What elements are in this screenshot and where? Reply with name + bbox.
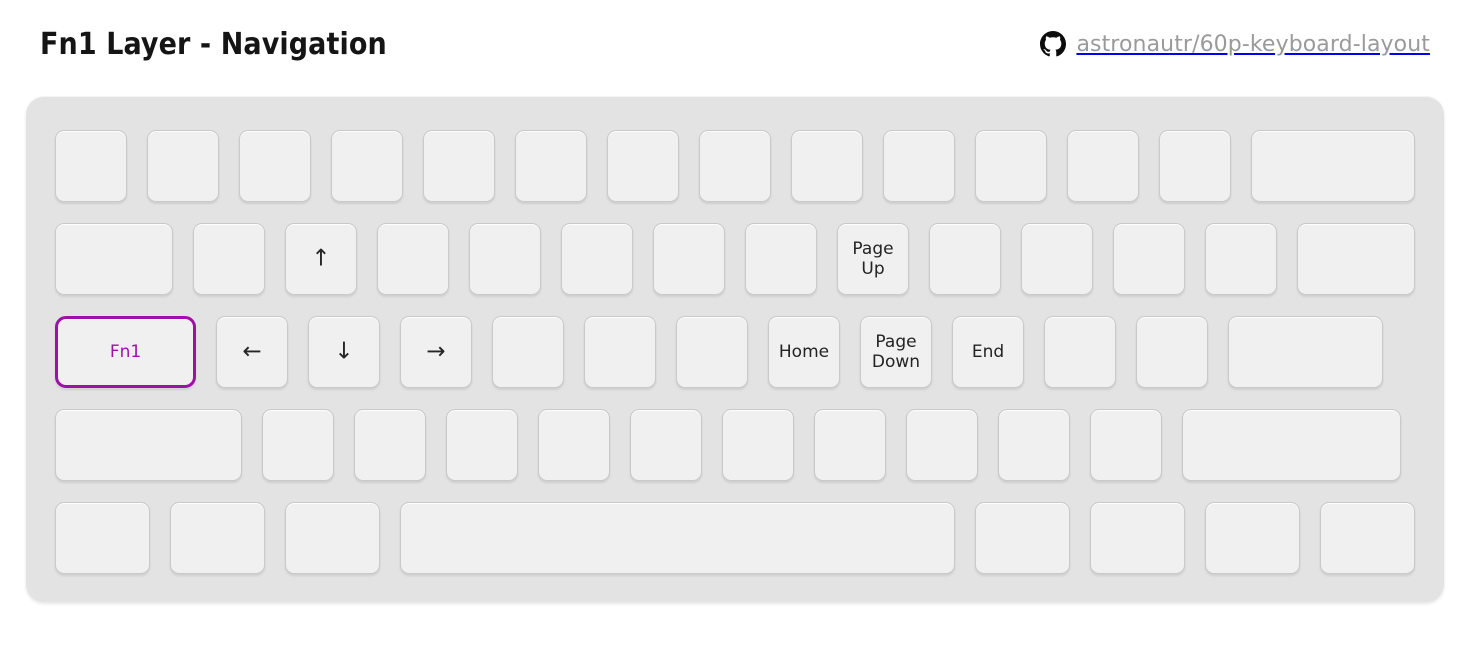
arrow-right-icon: → — [426, 338, 446, 365]
key-blank-r1-c7[interactable] — [607, 130, 679, 202]
key-blank-r2-c8[interactable] — [745, 223, 817, 295]
key-spacebar[interactable] — [400, 502, 955, 574]
key-blank-r5-c7[interactable] — [1205, 502, 1300, 574]
key-blank-r1-c14[interactable] — [1251, 130, 1415, 202]
key-blank-r4-c2[interactable] — [262, 409, 334, 481]
key-arrow-left[interactable]: ← — [216, 316, 288, 388]
arrow-left-icon: ← — [242, 338, 262, 365]
key-arrow-down[interactable]: ↓ — [308, 316, 380, 388]
key-blank-r2-c5[interactable] — [469, 223, 541, 295]
key-blank-r4-c6[interactable] — [630, 409, 702, 481]
key-row-home-row: Fn1 ← ↓ → Home Page Down End — [55, 316, 1415, 388]
key-blank-r5-c2[interactable] — [170, 502, 265, 574]
key-blank-r2-c11[interactable] — [1021, 223, 1093, 295]
key-row-bottom-row — [55, 502, 1415, 574]
arrow-down-icon: ↓ — [334, 338, 354, 365]
key-blank-r5-c5[interactable] — [975, 502, 1070, 574]
key-blank-r5-c3[interactable] — [285, 502, 380, 574]
keyboard-case: ↑ Page Up Fn1 ← ↓ → Home Page Down End — [26, 96, 1444, 602]
key-blank-r4-c3[interactable] — [354, 409, 426, 481]
key-blank-r1-c8[interactable] — [699, 130, 771, 202]
key-blank-r4-c8[interactable] — [814, 409, 886, 481]
key-blank-r4-c1[interactable] — [55, 409, 242, 481]
arrow-up-icon: ↑ — [311, 245, 331, 272]
key-blank-r2-c14[interactable] — [1297, 223, 1415, 295]
github-repo-link[interactable]: astronautr/60p-keyboard-layout — [1040, 31, 1430, 57]
key-blank-r1-c4[interactable] — [331, 130, 403, 202]
key-blank-r1-c12[interactable] — [1067, 130, 1139, 202]
key-blank-r4-c7[interactable] — [722, 409, 794, 481]
key-label: Fn1 — [109, 341, 142, 362]
key-blank-r1-c10[interactable] — [883, 130, 955, 202]
key-end[interactable]: End — [952, 316, 1024, 388]
key-blank-r1-c13[interactable] — [1159, 130, 1231, 202]
key-blank-r4-c10[interactable] — [998, 409, 1070, 481]
key-row-number-row — [55, 130, 1415, 202]
key-blank-r1-c6[interactable] — [515, 130, 587, 202]
key-blank-r5-c1[interactable] — [55, 502, 150, 574]
key-row-shift-row — [55, 409, 1415, 481]
key-blank-r2-c4[interactable] — [377, 223, 449, 295]
key-row-top-row: ↑ Page Up — [55, 223, 1415, 295]
key-home[interactable]: Home — [768, 316, 840, 388]
key-blank-r3-c13[interactable] — [1228, 316, 1383, 388]
key-blank-r2-c6[interactable] — [561, 223, 633, 295]
key-blank-r3-c6[interactable] — [584, 316, 656, 388]
key-blank-r1-c1[interactable] — [55, 130, 127, 202]
key-fn1[interactable]: Fn1 — [55, 316, 196, 388]
key-blank-r4-c11[interactable] — [1090, 409, 1162, 481]
repo-name-label: astronautr/60p-keyboard-layout — [1076, 31, 1430, 57]
key-label: End — [971, 341, 1005, 362]
key-blank-r5-c6[interactable] — [1090, 502, 1185, 574]
page-title: Fn1 Layer - Navigation — [40, 26, 387, 62]
key-blank-r2-c7[interactable] — [653, 223, 725, 295]
key-page-down[interactable]: Page Down — [860, 316, 932, 388]
key-blank-r4-c12[interactable] — [1182, 409, 1402, 481]
key-blank-r2-c2[interactable] — [193, 223, 265, 295]
key-blank-r2-c1[interactable] — [55, 223, 173, 295]
key-label: Page Down — [871, 331, 921, 372]
key-blank-r3-c7[interactable] — [676, 316, 748, 388]
keyboard-rows: ↑ Page Up Fn1 ← ↓ → Home Page Down End — [55, 130, 1415, 574]
key-blank-r2-c13[interactable] — [1205, 223, 1277, 295]
key-page-up[interactable]: Page Up — [837, 223, 909, 295]
key-blank-r2-c12[interactable] — [1113, 223, 1185, 295]
key-blank-r4-c9[interactable] — [906, 409, 978, 481]
key-blank-r4-c4[interactable] — [446, 409, 518, 481]
page-header: Fn1 Layer - Navigation astronautr/60p-ke… — [0, 0, 1470, 88]
key-label: Page Up — [852, 238, 894, 279]
key-blank-r5-c8[interactable] — [1320, 502, 1415, 574]
key-label: Home — [778, 341, 830, 362]
key-blank-r3-c12[interactable] — [1136, 316, 1208, 388]
key-arrow-up[interactable]: ↑ — [285, 223, 357, 295]
key-blank-r3-c5[interactable] — [492, 316, 564, 388]
key-blank-r1-c11[interactable] — [975, 130, 1047, 202]
key-blank-r1-c5[interactable] — [423, 130, 495, 202]
github-icon — [1040, 31, 1067, 57]
key-blank-r4-c5[interactable] — [538, 409, 610, 481]
key-blank-r2-c10[interactable] — [929, 223, 1001, 295]
key-blank-r1-c2[interactable] — [147, 130, 219, 202]
key-arrow-right[interactable]: → — [400, 316, 472, 388]
key-blank-r1-c3[interactable] — [239, 130, 311, 202]
key-blank-r3-c11[interactable] — [1044, 316, 1116, 388]
key-blank-r1-c9[interactable] — [791, 130, 863, 202]
keyboard-layout-page: Fn1 Layer - Navigation astronautr/60p-ke… — [0, 0, 1470, 650]
